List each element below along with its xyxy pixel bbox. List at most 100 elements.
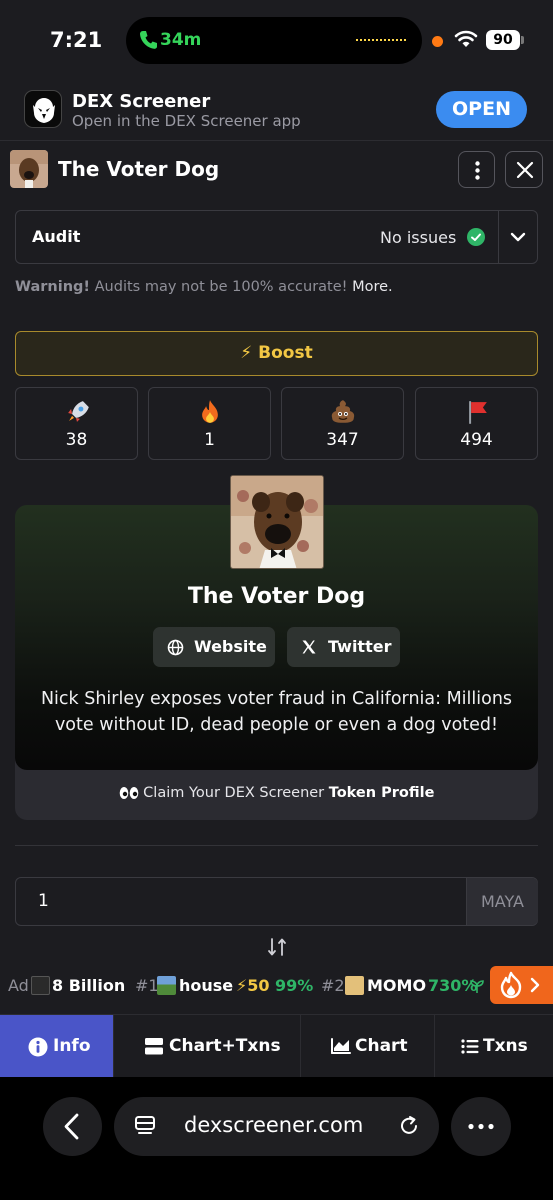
audit-dropdown[interactable]: Audit No issues — [15, 210, 538, 264]
token-thumbnail — [10, 150, 48, 188]
ticker-rank: #2 — [321, 976, 345, 995]
area-chart-icon — [331, 1038, 351, 1054]
vertical-ellipsis-icon — [475, 161, 480, 180]
address-bar[interactable]: dexscreener.com — [114, 1097, 439, 1156]
app-subtitle: Open in the DEX Screener app — [72, 112, 301, 130]
claim-text: Claim Your DEX Screener — [143, 785, 329, 801]
claim-bold-text: Token Profile — [328, 785, 435, 801]
ticker-boost: ⚡50 — [236, 976, 270, 995]
more-options-button[interactable] — [458, 151, 495, 188]
split-view-icon — [145, 1038, 163, 1055]
tab-info[interactable]: Info — [0, 1015, 114, 1077]
ad-token-name[interactable]: 8 Billion — [52, 976, 125, 995]
close-button[interactable] — [505, 151, 543, 188]
amount-unit: MAYA — [466, 878, 538, 925]
twitter-button[interactable]: Twitter — [287, 627, 400, 667]
close-icon — [516, 161, 534, 179]
ticker-rank: #1 — [135, 976, 159, 995]
audit-warning: Warning! Audits may not be 100% accurate… — [15, 279, 393, 295]
tab-label: Chart — [355, 1036, 408, 1056]
url-text: dexscreener.com — [184, 1113, 364, 1137]
page-menu-icon[interactable] — [134, 1115, 156, 1137]
clock: 7:21 — [50, 28, 103, 52]
chevron-down-icon[interactable] — [508, 228, 528, 246]
view-tabbar: Info Chart+Txns Chart Txns — [0, 1014, 553, 1077]
ad-token-thumbnail — [31, 976, 50, 995]
token-header: The Voter Dog — [0, 142, 553, 198]
x-logo-icon — [302, 640, 316, 654]
tab-label: Info — [53, 1036, 91, 1056]
warning-more-link[interactable]: More. — [352, 279, 393, 295]
chevron-left-icon — [64, 1113, 79, 1140]
warning-text: Audits may not be 100% accurate! — [90, 279, 353, 295]
profile-name: The Voter Dog — [187, 584, 366, 609]
reaction-poop[interactable]: 347 — [281, 387, 404, 460]
tab-chart-txns[interactable]: Chart+Txns — [114, 1015, 301, 1077]
info-icon — [28, 1037, 48, 1057]
status-bar: 7:21 34m 90 — [0, 0, 553, 80]
browser-more-button[interactable] — [451, 1097, 511, 1156]
sprout-icon — [470, 980, 484, 993]
poop-icon — [331, 400, 355, 423]
trending-ticker[interactable]: Ad 8 Billion #1 house ⚡50 99% #2 MOMO 73… — [0, 958, 553, 1014]
ticker-token-name[interactable]: MOMO — [367, 976, 426, 995]
open-app-button[interactable]: OPEN — [436, 91, 527, 128]
globe-icon — [167, 639, 184, 656]
browser-toolbar: dexscreener.com — [0, 1077, 553, 1200]
reaction-count: 1 — [204, 430, 215, 450]
wifi-icon — [454, 30, 478, 47]
claim-profile-link[interactable]: Claim Your DEX Screener Token Profile — [0, 785, 553, 801]
momo-thumbnail — [345, 976, 364, 995]
fire-icon — [202, 400, 218, 423]
divider — [498, 211, 499, 263]
tab-chart[interactable]: Chart — [301, 1015, 435, 1077]
lightning-icon: ⚡ — [240, 343, 253, 363]
reaction-fire[interactable]: 1 — [148, 387, 271, 460]
divider — [15, 845, 538, 846]
audit-result: No issues — [380, 228, 457, 247]
trending-fire-button[interactable] — [490, 966, 553, 1004]
token-description: Nick Shirley exposes voter fraud in Cali… — [40, 689, 513, 735]
token-title: The Voter Dog — [58, 157, 220, 181]
website-label: Website — [194, 637, 267, 656]
check-circle-icon — [467, 228, 485, 246]
ad-label: Ad — [8, 976, 29, 995]
twitter-label: Twitter — [328, 637, 392, 656]
ticker-token-name[interactable]: house — [179, 976, 233, 995]
reaction-rocket[interactable]: 38 — [15, 387, 138, 460]
phone-icon — [140, 31, 157, 49]
tab-label: Chart+Txns — [169, 1036, 281, 1056]
amount-value[interactable]: 1 — [38, 891, 49, 911]
warning-label: Warning! — [15, 279, 91, 295]
dynamic-island[interactable]: 34m — [126, 17, 422, 64]
reaction-count: 38 — [65, 430, 88, 450]
house-thumbnail — [157, 976, 176, 995]
reaction-count: 347 — [326, 430, 359, 450]
tab-txns[interactable]: Txns — [435, 1015, 553, 1077]
dex-screener-logo — [24, 90, 62, 128]
app-install-banner: DEX Screener Open in the DEX Screener ap… — [0, 80, 553, 141]
red-flag-icon — [469, 401, 487, 424]
call-duration: 34m — [160, 30, 202, 50]
boost-button[interactable]: ⚡ Boost — [15, 331, 538, 376]
swap-arrows-icon[interactable] — [266, 937, 288, 957]
fire-icon — [500, 971, 540, 999]
horizontal-ellipsis-icon — [468, 1123, 494, 1130]
back-button[interactable] — [43, 1097, 102, 1156]
ticker-change: 99% — [275, 976, 314, 995]
rocket-icon — [68, 401, 89, 422]
token-avatar — [230, 475, 324, 569]
website-button[interactable]: Website — [153, 627, 275, 667]
reload-icon[interactable] — [398, 1115, 420, 1137]
audit-label: Audit — [32, 227, 81, 246]
list-icon — [461, 1039, 479, 1054]
recording-indicator-icon — [432, 36, 443, 47]
eyes-icon — [119, 787, 138, 799]
reaction-red-flag[interactable]: 494 — [415, 387, 538, 460]
tab-label: Txns — [483, 1036, 528, 1056]
amount-input[interactable]: 1 MAYA — [15, 877, 538, 926]
app-name: DEX Screener — [72, 91, 211, 112]
reaction-count: 494 — [460, 430, 493, 450]
audio-wave-icon — [356, 39, 406, 42]
battery-level: 90 — [486, 30, 520, 50]
